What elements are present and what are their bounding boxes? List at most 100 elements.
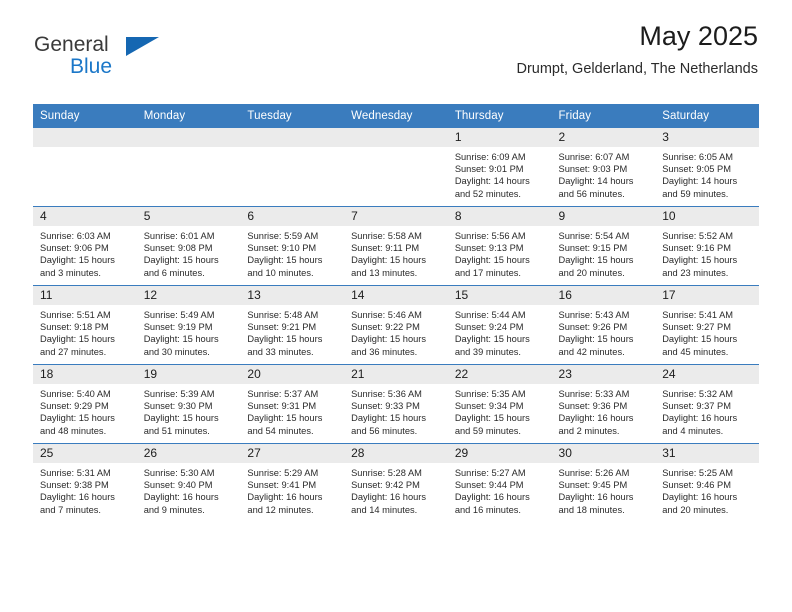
calendar-header-row: Sunday Monday Tuesday Wednesday Thursday Frid… xyxy=(33,104,759,128)
day-details: Sunrise: 5:48 AM Sunset: 9:21 PM Daylight:… xyxy=(240,305,344,358)
day-details: Sunrise: 5:35 AM Sunset: 9:34 PM Daylight:… xyxy=(448,384,552,437)
daylight-text: Daylight: 15 hours and 17 minutes. xyxy=(454,255,530,278)
calendar-day-cell[interactable]: 16 Sunrise: 5:43 AM Sunset: 9:26 PM Dayligh… xyxy=(551,285,656,365)
day-number: 12 xyxy=(136,286,241,305)
calendar-day-cell[interactable]: 14 Sunrise: 5:46 AM Sunset: 9:22 PM Dayligh… xyxy=(344,285,448,365)
calendar-day-cell[interactable]: 9 Sunrise: 5:54 AM Sunset: 9:15 PM Daylight… xyxy=(551,206,656,286)
calendar-day-cell[interactable]: 5 Sunrise: 6:01 AM Sunset: 9:08 PM Daylight… xyxy=(136,206,241,286)
sunrise-text: Sunrise: 5:58 AM xyxy=(351,231,422,241)
calendar-day-cell[interactable]: 15 Sunrise: 5:44 AM Sunset: 9:24 PM Dayligh… xyxy=(447,285,552,365)
sunrise-text: Sunrise: 5:41 AM xyxy=(662,310,734,320)
day-number: 6 xyxy=(240,207,345,226)
calendar-day-cell[interactable]: 6 Sunrise: 5:59 AM Sunset: 9:10 PM Daylight… xyxy=(240,206,345,286)
calendar-day-cell[interactable]: 23 Sunrise: 5:33 AM Sunset: 9:36 PM Dayligh… xyxy=(551,364,656,444)
day-number: 10 xyxy=(655,207,759,226)
daylight-text: Daylight: 15 hours and 51 minutes. xyxy=(143,413,219,436)
sunset-text: Sunset: 9:33 PM xyxy=(351,401,420,412)
calendar-day-cell[interactable]: 19 Sunrise: 5:39 AM Sunset: 9:30 PM Dayligh… xyxy=(136,364,241,444)
day-number: 25 xyxy=(33,444,137,463)
calendar-day-cell-empty xyxy=(344,128,448,207)
sunrise-text: Sunrise: 5:36 AM xyxy=(351,389,422,399)
day-number: 16 xyxy=(551,286,656,305)
day-details: Sunrise: 5:28 AM Sunset: 9:42 PM Daylight:… xyxy=(344,463,448,516)
day-details: Sunrise: 5:49 AM Sunset: 9:19 PM Daylight:… xyxy=(137,305,241,358)
calendar-day-cell[interactable]: 24 Sunrise: 5:32 AM Sunset: 9:37 PM Dayligh… xyxy=(655,364,759,444)
calendar-day-cell[interactable]: 8 Sunrise: 5:56 AM Sunset: 9:13 PM Daylight… xyxy=(447,206,552,286)
calendar-day-cell[interactable]: 10 Sunrise: 5:52 AM Sunset: 9:16 PM Dayligh… xyxy=(655,206,759,286)
day-details: Sunrise: 5:52 AM Sunset: 9:16 PM Daylight:… xyxy=(655,226,759,279)
sunrise-text: Sunrise: 6:01 AM xyxy=(143,231,215,241)
day-number: 29 xyxy=(447,444,552,463)
weekday-header-thursday: Thursday xyxy=(447,104,552,128)
sunrise-text: Sunrise: 6:03 AM xyxy=(40,231,111,241)
calendar-day-cell[interactable]: 1 Sunrise: 6:09 AM Sunset: 9:01 PM Daylight… xyxy=(447,128,552,207)
sunset-text: Sunset: 9:11 PM xyxy=(351,243,420,254)
general-blue-logo[interactable]: General Blue xyxy=(34,33,159,78)
calendar-day-cell-empty xyxy=(136,128,241,207)
calendar-day-cell[interactable]: 25 Sunrise: 5:31 AM Sunset: 9:38 PM Dayligh… xyxy=(33,443,137,522)
sunset-text: Sunset: 9:45 PM xyxy=(558,480,628,491)
weekday-row: Sunday Monday Tuesday Wednesday Thursday Frid… xyxy=(33,104,759,128)
day-details: Sunrise: 5:40 AM Sunset: 9:29 PM Daylight:… xyxy=(33,384,137,437)
calendar-day-cell-empty xyxy=(33,128,137,207)
calendar-day-cell[interactable]: 2 Sunrise: 6:07 AM Sunset: 9:03 PM Daylight… xyxy=(551,128,656,207)
day-details: Sunrise: 5:41 AM Sunset: 9:27 PM Daylight:… xyxy=(655,305,759,358)
sunset-text: Sunset: 9:15 PM xyxy=(558,243,628,254)
sunset-text: Sunset: 9:30 PM xyxy=(143,401,213,412)
sunrise-text: Sunrise: 5:52 AM xyxy=(662,231,734,241)
calendar-week-row: 25 Sunrise: 5:31 AM Sunset: 9:38 PM Dayligh… xyxy=(33,443,759,522)
calendar-day-cell[interactable]: 17 Sunrise: 5:41 AM Sunset: 9:27 PM Dayligh… xyxy=(655,285,759,365)
day-details: Sunrise: 5:39 AM Sunset: 9:30 PM Daylight:… xyxy=(137,384,241,437)
day-details: Sunrise: 5:37 AM Sunset: 9:31 PM Daylight:… xyxy=(240,384,344,437)
sunset-text: Sunset: 9:08 PM xyxy=(143,243,213,254)
day-details: Sunrise: 5:33 AM Sunset: 9:36 PM Daylight:… xyxy=(552,384,656,437)
day-number: 22 xyxy=(447,365,552,384)
calendar-day-cell[interactable]: 20 Sunrise: 5:37 AM Sunset: 9:31 PM Dayligh… xyxy=(240,364,345,444)
day-details: Sunrise: 5:51 AM Sunset: 9:18 PM Daylight:… xyxy=(33,305,137,358)
sunrise-text: Sunrise: 5:30 AM xyxy=(143,468,215,478)
daylight-text: Daylight: 16 hours and 18 minutes. xyxy=(558,492,634,515)
sunrise-text: Sunrise: 6:09 AM xyxy=(454,152,526,162)
calendar-day-cell[interactable]: 22 Sunrise: 5:35 AM Sunset: 9:34 PM Dayligh… xyxy=(447,364,552,444)
daylight-text: Daylight: 15 hours and 20 minutes. xyxy=(558,255,634,278)
day-number: 4 xyxy=(33,207,137,226)
daylight-text: Daylight: 16 hours and 4 minutes. xyxy=(662,413,738,436)
sunset-text: Sunset: 9:38 PM xyxy=(40,480,109,491)
day-number: 30 xyxy=(551,444,656,463)
calendar-day-cell[interactable]: 4 Sunrise: 6:03 AM Sunset: 9:06 PM Daylight… xyxy=(33,206,137,286)
sunset-text: Sunset: 9:13 PM xyxy=(454,243,524,254)
sunset-text: Sunset: 9:36 PM xyxy=(558,401,628,412)
day-number: 23 xyxy=(551,365,656,384)
day-number: 27 xyxy=(240,444,345,463)
day-details: Sunrise: 5:44 AM Sunset: 9:24 PM Daylight:… xyxy=(448,305,552,358)
daylight-text: Daylight: 15 hours and 56 minutes. xyxy=(351,413,427,436)
logo-general-text: General xyxy=(34,33,109,56)
calendar-day-cell[interactable]: 21 Sunrise: 5:36 AM Sunset: 9:33 PM Dayligh… xyxy=(344,364,448,444)
triangle-icon xyxy=(126,37,159,56)
calendar-day-cell[interactable]: 13 Sunrise: 5:48 AM Sunset: 9:21 PM Dayligh… xyxy=(240,285,345,365)
day-details: Sunrise: 5:31 AM Sunset: 9:38 PM Daylight:… xyxy=(33,463,137,516)
logo-blue-text: Blue xyxy=(70,55,113,78)
day-number xyxy=(136,128,241,147)
daylight-text: Daylight: 15 hours and 6 minutes. xyxy=(143,255,219,278)
calendar-day-cell[interactable]: 18 Sunrise: 5:40 AM Sunset: 9:29 PM Dayligh… xyxy=(33,364,137,444)
day-details: Sunrise: 5:36 AM Sunset: 9:33 PM Daylight:… xyxy=(344,384,448,437)
sunset-text: Sunset: 9:22 PM xyxy=(351,322,420,333)
calendar-day-cell[interactable]: 11 Sunrise: 5:51 AM Sunset: 9:18 PM Dayligh… xyxy=(33,285,137,365)
sunrise-text: Sunrise: 5:43 AM xyxy=(558,310,630,320)
calendar-day-cell[interactable]: 12 Sunrise: 5:49 AM Sunset: 9:19 PM Dayligh… xyxy=(136,285,241,365)
daylight-text: Daylight: 15 hours and 3 minutes. xyxy=(40,255,115,278)
calendar-day-cell[interactable]: 7 Sunrise: 5:58 AM Sunset: 9:11 PM Daylight… xyxy=(344,206,448,286)
daylight-text: Daylight: 15 hours and 33 minutes. xyxy=(247,334,323,357)
calendar-day-cell[interactable]: 29 Sunrise: 5:27 AM Sunset: 9:44 PM Dayligh… xyxy=(447,443,552,522)
calendar-day-cell[interactable]: 30 Sunrise: 5:26 AM Sunset: 9:45 PM Dayligh… xyxy=(551,443,656,522)
daylight-text: Daylight: 15 hours and 13 minutes. xyxy=(351,255,427,278)
calendar-day-cell[interactable]: 31 Sunrise: 5:25 AM Sunset: 9:46 PM Dayligh… xyxy=(655,443,759,522)
calendar-day-cell[interactable]: 28 Sunrise: 5:28 AM Sunset: 9:42 PM Dayligh… xyxy=(344,443,448,522)
calendar-day-cell[interactable]: 3 Sunrise: 6:05 AM Sunset: 9:05 PM Daylight… xyxy=(655,128,759,207)
calendar-day-cell[interactable]: 26 Sunrise: 5:30 AM Sunset: 9:40 PM Dayligh… xyxy=(136,443,241,522)
calendar-day-cell[interactable]: 27 Sunrise: 5:29 AM Sunset: 9:41 PM Dayligh… xyxy=(240,443,345,522)
weekday-header-saturday: Saturday xyxy=(655,104,759,128)
day-details: Sunrise: 5:46 AM Sunset: 9:22 PM Daylight:… xyxy=(344,305,448,358)
sunrise-text: Sunrise: 5:51 AM xyxy=(40,310,111,320)
